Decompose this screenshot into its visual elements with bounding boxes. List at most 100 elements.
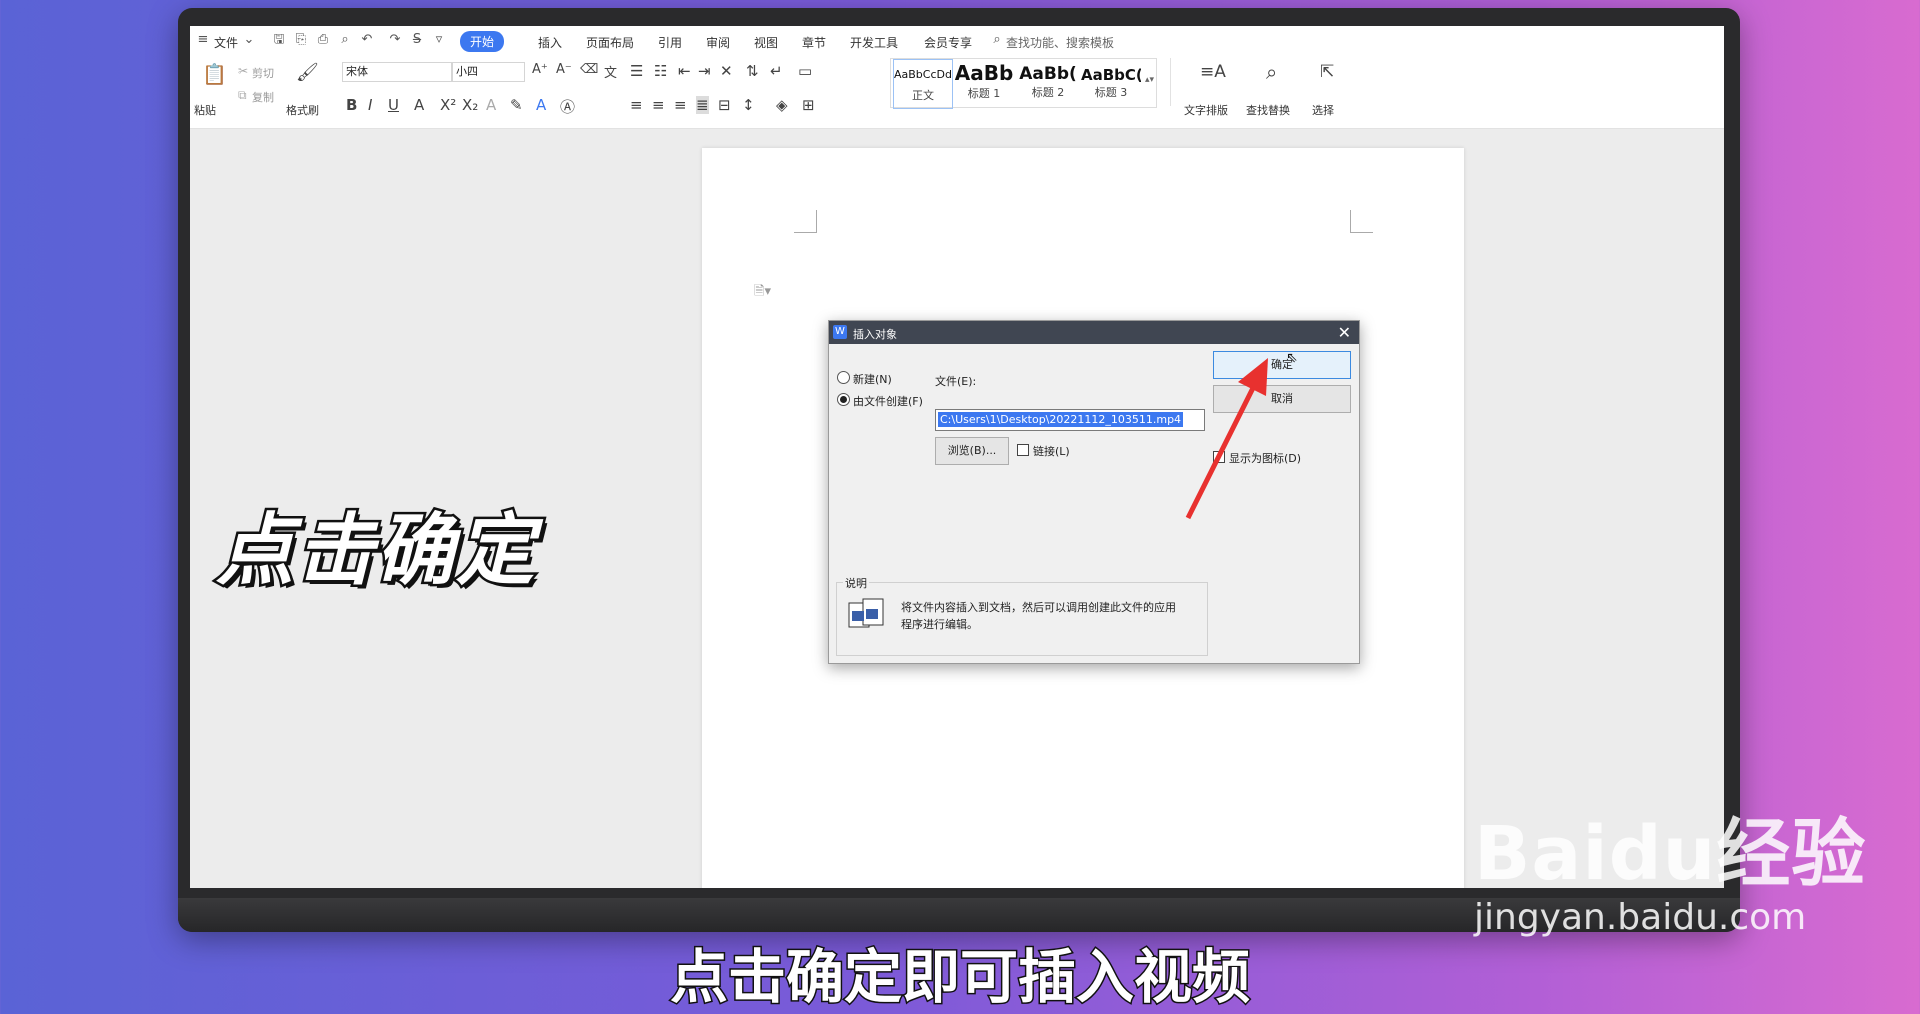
watermark-brand: Baidu经验 <box>1474 811 1867 897</box>
find-replace-button[interactable]: 查找替换 <box>1246 102 1290 118</box>
cut-icon: ✂ <box>238 64 249 78</box>
margin-corner-top-left <box>794 210 817 233</box>
tab-insert[interactable]: 插入 <box>538 34 562 51</box>
style-normal[interactable]: AaBbCcDd 正文 <box>893 59 953 109</box>
chevron-down-icon[interactable]: ⌄ <box>242 33 256 47</box>
save-icon[interactable]: 🖫 <box>272 33 286 47</box>
style-heading-3[interactable]: AaBbC( 标题 3 <box>1081 59 1141 107</box>
select-button[interactable]: 选择 <box>1312 102 1334 118</box>
tab-review[interactable]: 审阅 <box>706 34 730 51</box>
paste-button[interactable]: 粘贴 <box>194 102 216 118</box>
redo-icon[interactable]: ↷ <box>388 33 402 47</box>
chinese-layout-icon[interactable]: ✕ <box>720 62 733 80</box>
style-normal-label: 正文 <box>912 89 934 102</box>
magnifier-icon: ⌕ <box>1266 60 1278 84</box>
pinyin-icon[interactable]: 文 <box>604 62 617 81</box>
borders-icon[interactable]: ⊞ <box>802 96 815 114</box>
bullet-list-icon[interactable]: ☰ <box>630 62 643 80</box>
tab-view[interactable]: 视图 <box>754 34 778 51</box>
undo-icon[interactable]: ↶ <box>360 33 374 47</box>
export-icon[interactable]: ⎘ <box>294 33 308 47</box>
link-label[interactable]: 链接(L) <box>1033 443 1070 459</box>
grow-font-icon[interactable]: A⁺ <box>532 62 548 77</box>
show-marks-icon[interactable]: ↵ <box>770 62 783 80</box>
clear-format-icon[interactable]: ⌫ <box>580 62 598 77</box>
tab-page-layout[interactable]: 页面布局 <box>586 34 634 51</box>
text-layout-button[interactable]: 文字排版 <box>1184 102 1228 118</box>
cut-button[interactable]: 剪切 <box>252 65 274 81</box>
search-input[interactable]: 查找功能、搜索模板 <box>1006 34 1114 51</box>
shading-icon[interactable]: ◈ <box>776 96 788 114</box>
file-path-input[interactable]: C:\Users\1\Desktop\20221112_103511.mp4 <box>935 409 1205 431</box>
distribute-icon[interactable]: ⊟ <box>718 96 731 114</box>
divider <box>1170 58 1171 106</box>
bold-icon[interactable]: B <box>346 96 357 114</box>
watermark-url: jingyan.baidu.com <box>1474 897 1807 938</box>
tab-developer[interactable]: 开发工具 <box>850 34 898 51</box>
from-file-radio-label[interactable]: 由文件创建(F) <box>853 393 923 409</box>
description-title: 说明 <box>843 575 869 591</box>
style-heading-2[interactable]: AaBb( 标题 2 <box>1017 59 1079 107</box>
file-menu[interactable]: 文件 <box>214 34 238 51</box>
tab-references[interactable]: 引用 <box>658 34 682 51</box>
dialog-title-bar: W 插入对象 ✕ <box>829 321 1359 344</box>
style-heading-3-label: 标题 3 <box>1094 86 1128 99</box>
search-icon: ⌕ <box>993 32 1001 47</box>
format-painter-button[interactable]: 格式刷 <box>286 102 319 118</box>
align-left-icon[interactable]: ≡ <box>630 96 643 114</box>
styles-scroll-icon[interactable]: ▴▾ <box>1145 75 1154 85</box>
print-icon[interactable]: ⎙ <box>316 33 330 47</box>
subscript-icon[interactable]: X₂ <box>462 96 478 114</box>
number-list-icon[interactable]: ☷ <box>654 62 667 80</box>
style-heading-2-preview: AaBb( <box>1019 64 1077 84</box>
shrink-font-icon[interactable]: A⁻ <box>556 62 572 77</box>
superscript-icon[interactable]: X² <box>440 96 456 114</box>
style-heading-1[interactable]: AaBb 标题 1 <box>953 59 1015 107</box>
style-heading-3-preview: AaBbC( <box>1081 66 1141 84</box>
format-painter-icon: 🖌 <box>296 62 319 83</box>
paragraph-options-icon[interactable]: 🗎▾ <box>754 282 771 304</box>
strikethrough-icon[interactable]: A <box>414 96 424 114</box>
tab-home[interactable]: 开始 <box>460 31 505 52</box>
subtitle-caption: 点击确定即可插入视频 <box>668 942 1251 1013</box>
align-center-icon[interactable]: ≡ <box>652 96 665 114</box>
paste-icon[interactable]: 📋 <box>202 62 227 86</box>
menu-bar: ≡ 文件 ⌄ 🖫 ⎘ ⎙ ⌕ ↶ ↷ S̶ ▿ 开始 插入 页面布局 引用 审阅… <box>190 26 1724 56</box>
preview-icon[interactable]: ⌕ <box>338 33 352 47</box>
close-icon[interactable]: ✕ <box>1338 323 1351 342</box>
underline-icon[interactable]: U <box>388 96 399 114</box>
browse-button[interactable]: 浏览(B)... <box>935 437 1009 465</box>
new-radio-label[interactable]: 新建(N) <box>853 371 892 387</box>
highlight-icon[interactable]: ✎ <box>510 96 523 114</box>
font-name-select[interactable]: 宋体 <box>342 62 452 82</box>
copy-button[interactable]: 复制 <box>252 89 274 105</box>
file-label: 文件(E): <box>935 375 977 388</box>
font-color-icon[interactable]: A <box>536 96 546 114</box>
indent-icon[interactable]: ⇥ <box>698 62 711 80</box>
justify-icon[interactable]: ≣ <box>696 96 709 114</box>
line-spacing-icon[interactable]: ↕ <box>742 96 755 114</box>
font-size-select[interactable]: 小四 <box>452 62 525 82</box>
tab-member[interactable]: 会员专享 <box>924 34 972 51</box>
table-lines-icon[interactable]: ▭ <box>798 62 812 80</box>
link-checkbox[interactable] <box>1017 444 1029 456</box>
text-effect-icon[interactable]: A <box>486 96 496 114</box>
screen: ≡ 文件 ⌄ 🖫 ⎘ ⎙ ⌕ ↶ ↷ S̶ ▿ 开始 插入 页面布局 引用 审阅… <box>190 26 1724 888</box>
cursor-icon: ⇱ <box>1320 62 1335 82</box>
style-normal-preview: AaBbCcDd <box>894 68 952 81</box>
outdent-icon[interactable]: ⇤ <box>678 62 691 80</box>
new-radio[interactable] <box>837 371 850 384</box>
more-icon[interactable]: ▿ <box>432 33 446 47</box>
from-file-radio[interactable] <box>837 393 850 406</box>
sort-icon[interactable]: ⇅ <box>746 62 759 80</box>
text-layout-icon: ≡A <box>1200 62 1226 82</box>
mouse-cursor-icon: ⇖ <box>1286 350 1298 366</box>
char-border-icon[interactable]: Ⓐ <box>560 96 575 117</box>
strike-icon[interactable]: S̶ <box>410 33 424 47</box>
description-text-line1: 将文件内容插入到文档，然后可以调用创建此文件的应用 <box>901 601 1176 614</box>
ribbon-toolbar: 📋 粘贴 ✂ 剪切 ⧉ 复制 🖌 格式刷 宋体 小四 A⁺ A⁻ ⌫ 文 B I… <box>190 56 1724 129</box>
italic-icon[interactable]: I <box>368 96 372 114</box>
tab-chapter[interactable]: 章节 <box>802 34 826 51</box>
align-right-icon[interactable]: ≡ <box>674 96 687 114</box>
menu-icon[interactable]: ≡ <box>196 33 210 47</box>
